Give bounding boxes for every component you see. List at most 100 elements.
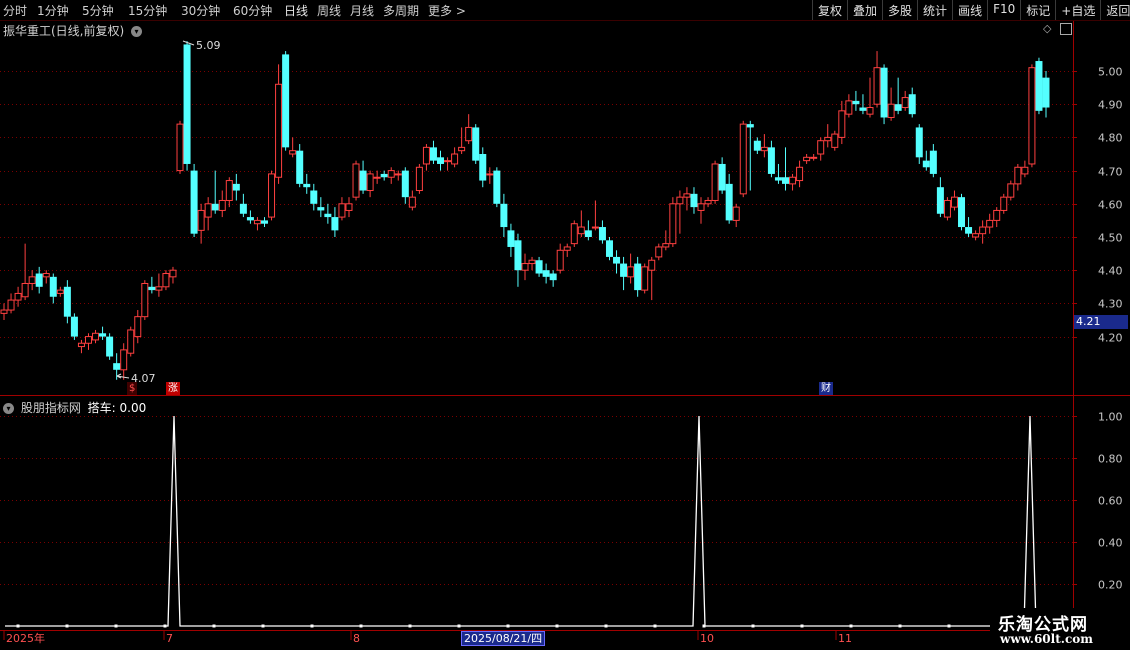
- candle: [648, 256, 656, 301]
- x-axis: 2025年 7 8 10 11: [3, 630, 852, 645]
- indicator-dot: [849, 624, 853, 628]
- candle-body: [591, 226, 599, 229]
- candle: [472, 124, 480, 164]
- candle-body: [35, 273, 43, 287]
- indicator-dot: [261, 624, 265, 628]
- candle: [106, 333, 114, 360]
- candle-body: [106, 336, 114, 357]
- indicator-dot: [114, 624, 118, 628]
- candle: [570, 220, 578, 247]
- x-tick-label: 10: [700, 632, 714, 645]
- indicator-dot: [506, 624, 510, 628]
- diamond-icon[interactable]: ◇: [1043, 22, 1051, 35]
- indicator-dot: [163, 624, 167, 628]
- candle-body: [70, 316, 78, 337]
- candle-body: [28, 276, 36, 284]
- candle-body: [211, 203, 219, 211]
- candle-body: [282, 54, 290, 148]
- candle: [704, 197, 712, 208]
- candle-body: [275, 83, 283, 178]
- candle: [866, 77, 874, 118]
- candle-body: [422, 146, 430, 165]
- chevron-down-icon[interactable]: ▾: [131, 26, 143, 37]
- grid-lines: [0, 71, 1073, 585]
- candle: [528, 256, 536, 271]
- candle-body: [197, 209, 205, 231]
- candle: [542, 263, 550, 284]
- candle-body: [155, 286, 163, 291]
- candle: [753, 137, 761, 154]
- candle-body: [697, 203, 705, 211]
- candle-body: [141, 282, 149, 318]
- chevron-down-icon[interactable]: ▾: [3, 403, 14, 414]
- indicator-title[interactable]: ▾ 股朋指标网 搭车: 0.00: [3, 399, 146, 416]
- candle-body: [253, 219, 261, 225]
- candle: [521, 253, 529, 281]
- candle: [275, 64, 283, 184]
- candle-body: [310, 190, 318, 204]
- candle-body: [929, 150, 937, 174]
- candle: [479, 147, 487, 188]
- candle-body: [148, 286, 156, 291]
- candle-body: [366, 173, 374, 192]
- candle-body: [986, 219, 994, 228]
- candle-body: [380, 173, 388, 178]
- candle-body: [620, 263, 628, 277]
- candle: [676, 190, 684, 234]
- candle-body: [204, 203, 212, 218]
- candle-body: [120, 349, 128, 371]
- candle-body: [817, 140, 825, 155]
- chart-title[interactable]: 振华重工(日线,前复权) ▾: [3, 22, 143, 39]
- candle-body: [627, 266, 635, 278]
- indicator-dot: [359, 624, 363, 628]
- candle: [28, 270, 36, 291]
- candle-body: [901, 97, 909, 109]
- candle-body: [838, 110, 846, 138]
- candle-body: [641, 266, 649, 291]
- candle: [514, 233, 522, 287]
- candle-body: [14, 292, 22, 301]
- candle: [669, 197, 677, 247]
- window-toggle-icon[interactable]: [1060, 23, 1072, 35]
- candle: [303, 173, 311, 194]
- x-tick-label: 7: [166, 632, 173, 645]
- candle-body: [317, 207, 325, 211]
- candle-body: [338, 203, 346, 218]
- candle-body: [887, 103, 895, 118]
- indicator-dot: [212, 624, 216, 628]
- candle-body: [718, 163, 726, 191]
- candle: [725, 173, 733, 224]
- candle: [49, 273, 57, 304]
- candle: [113, 353, 121, 380]
- candle: [204, 197, 212, 231]
- indicator-dot: [751, 624, 755, 628]
- candle: [767, 140, 775, 178]
- candle-body: [577, 226, 585, 235]
- kline-chart[interactable]: 5.00 4.90 4.80 4.70 4.60 4.50 4.40 4.30 4.20 1.00…: [0, 0, 1130, 650]
- y-tick-label: 4.90: [1098, 99, 1123, 112]
- candle-body: [232, 183, 240, 191]
- candle: [324, 203, 332, 224]
- candle: [422, 144, 430, 171]
- candle: [92, 329, 100, 344]
- candle-body: [1035, 61, 1043, 111]
- candle: [810, 154, 818, 161]
- candle-body: [936, 187, 944, 214]
- candle-body: [634, 263, 642, 291]
- marker-limit-up: 涨: [166, 382, 180, 395]
- candle-body: [648, 259, 656, 271]
- candle-body: [7, 299, 15, 311]
- candle: [943, 197, 951, 221]
- candle: [232, 173, 240, 201]
- candle: [894, 77, 902, 115]
- candle-body: [796, 166, 804, 182]
- candle: [373, 170, 381, 184]
- indicator-tick-label: 1.00: [1098, 411, 1123, 424]
- candle-body: [958, 197, 966, 228]
- candle-body: [289, 150, 297, 155]
- candle: [282, 51, 290, 151]
- candle: [711, 160, 719, 204]
- candle-body: [605, 240, 613, 257]
- candle-body: [77, 342, 85, 348]
- indicator-dot: [947, 624, 951, 628]
